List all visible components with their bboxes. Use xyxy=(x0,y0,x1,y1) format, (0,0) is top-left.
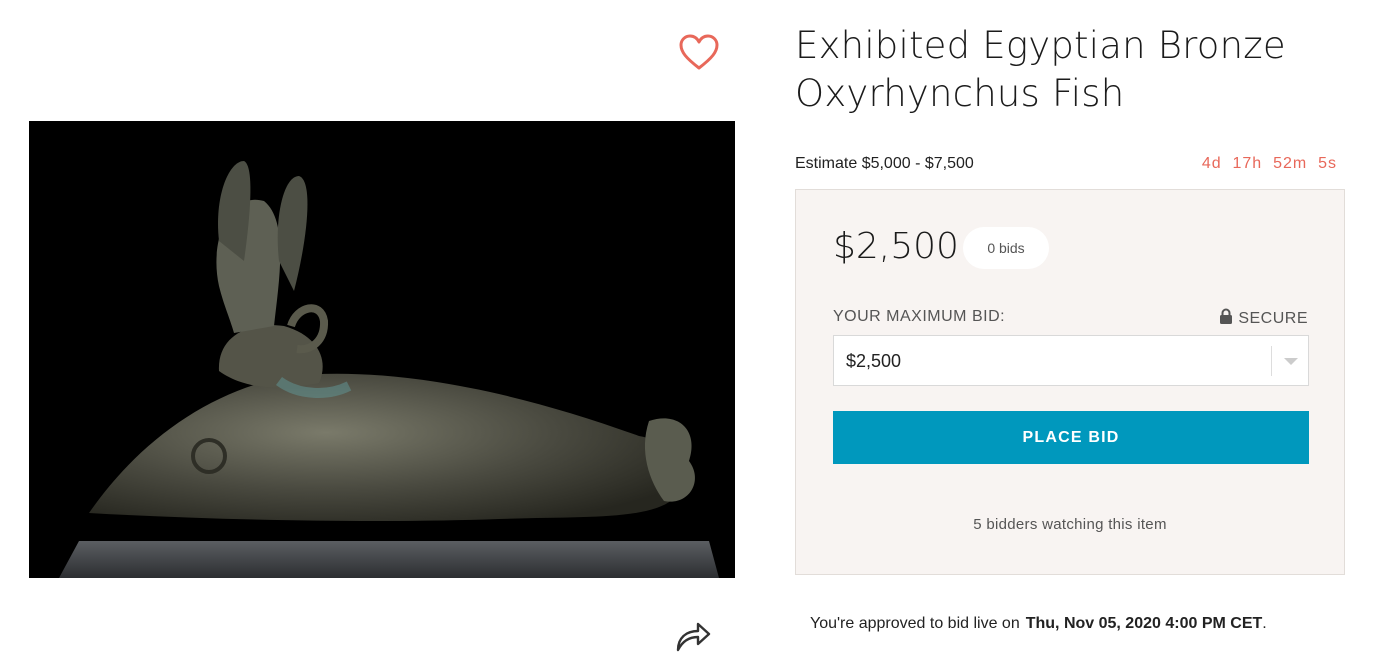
secure-label: SECURE xyxy=(1238,309,1308,327)
lot-title-line1: Exhibited Egyptian Bronze xyxy=(795,24,1286,67)
countdown-timer: 4d 17h 52m 5s xyxy=(1201,155,1337,172)
approval-date: Thu, Nov 05, 2020 4:00 PM CET xyxy=(1025,615,1263,632)
max-bid-value: $2,500 xyxy=(846,351,902,371)
estimate-text: Estimate $5,000 - $7,500 xyxy=(795,155,974,172)
approval-message: You're approved to bid live on Thu, Nov 0… xyxy=(810,615,1267,633)
lock-icon xyxy=(1219,308,1233,329)
estimate-row: Estimate $5,000 - $7,500 4d 17h 52m 5s xyxy=(795,155,1340,177)
max-bid-label: YOUR MAXIMUM BID: xyxy=(833,308,1006,325)
share-arrow-icon[interactable] xyxy=(672,616,712,656)
approval-text: You're approved to bid live on xyxy=(810,615,1020,632)
favorite-heart-icon[interactable] xyxy=(678,34,720,72)
select-divider xyxy=(1271,346,1272,376)
current-bid-amount: $2,500 xyxy=(833,226,959,267)
watchers-count: 5 bidders watching this item xyxy=(973,516,1167,533)
chevron-down-icon[interactable] xyxy=(1284,358,1298,365)
bid-panel: $2,500 0 bids YOUR MAXIMUM BID: SECURE $… xyxy=(795,189,1345,575)
place-bid-button[interactable]: PLACE BID xyxy=(833,411,1309,464)
secure-indicator: SECURE xyxy=(1219,308,1308,329)
lot-title-line2: Oxyrhynchus Fish xyxy=(795,72,1125,115)
bid-count-badge: 0 bids xyxy=(963,227,1049,269)
approval-period: . xyxy=(1262,615,1267,632)
lot-title: Exhibited Egyptian Bronze Oxyrhynchus Fi… xyxy=(795,22,1375,118)
max-bid-select[interactable]: $2,500 xyxy=(833,335,1309,386)
product-image[interactable] xyxy=(29,121,735,578)
